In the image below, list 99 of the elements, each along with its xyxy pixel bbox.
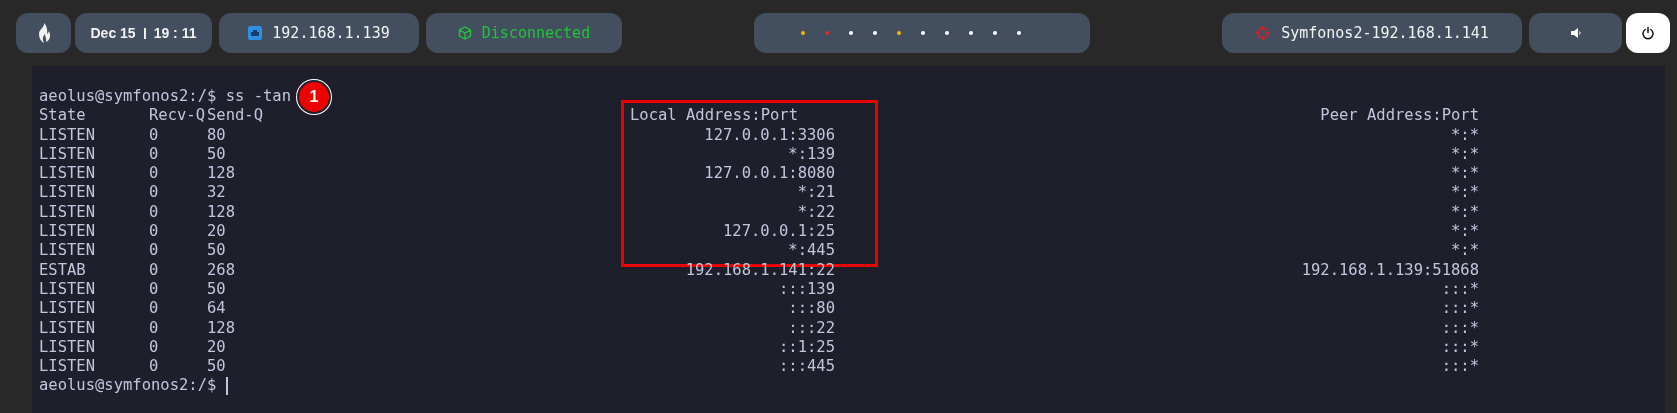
- state-text: LISTEN: [39, 202, 96, 223]
- send-q-text: 50: [207, 279, 227, 300]
- recv-q-text: 0: [149, 183, 160, 203]
- workspace-dot[interactable]: [993, 31, 997, 35]
- peer-address: :::*: [1441, 357, 1479, 377]
- date-text: Dec 15: [90, 25, 136, 41]
- peer-address: *:*: [1451, 202, 1479, 223]
- workspace-dot[interactable]: [969, 31, 973, 35]
- send-q-text: 20: [207, 222, 227, 242]
- send-q-text: 128: [207, 164, 236, 184]
- peer-address: *:*: [1451, 222, 1479, 242]
- local-address: *:21: [797, 183, 835, 203]
- workspace-dot[interactable]: [825, 31, 829, 35]
- peer-address: :::*: [1441, 337, 1479, 358]
- state-text: ESTAB: [39, 260, 87, 280]
- workspace-dot[interactable]: [897, 31, 901, 35]
- send-q-text: 32: [207, 183, 227, 203]
- target-widget[interactable]: Symfonos2-192.168.1.141: [1222, 13, 1522, 53]
- clock-widget[interactable]: Dec 15 19 : 11: [75, 13, 212, 53]
- recv-q-text: 0: [149, 144, 160, 165]
- workspace-dot[interactable]: [801, 31, 805, 35]
- command-line: aeolus@symfonos2:/$ ss -tan: [39, 87, 291, 107]
- recv-q-text: 0: [149, 164, 160, 184]
- workspace-dot[interactable]: [1017, 31, 1021, 35]
- recv-q-text: 0: [149, 202, 160, 223]
- state-text: LISTEN: [39, 299, 96, 319]
- vpn-status: Disconnected: [481, 24, 591, 42]
- send-q-text: 50: [207, 144, 227, 165]
- local-address: :::445: [779, 357, 835, 377]
- state-text: LISTEN: [39, 164, 96, 184]
- recv-q-text: 0: [149, 337, 160, 358]
- recv-q-text: 0: [149, 260, 160, 280]
- peer-address: :::*: [1441, 299, 1479, 319]
- state-text: LISTEN: [39, 144, 96, 165]
- recv-q-text: 0: [149, 241, 160, 261]
- recv-q-text: 0: [149, 299, 160, 319]
- recv-q-text: 0: [149, 125, 160, 145]
- state-text: LISTEN: [39, 222, 96, 242]
- local-address: :::22: [788, 318, 835, 338]
- column-header: Send-Q: [207, 106, 264, 126]
- send-q-text: 268: [207, 260, 236, 280]
- local-address: *:445: [788, 241, 835, 261]
- speaker-icon: [1569, 27, 1582, 39]
- state-text: LISTEN: [39, 357, 96, 377]
- peer-address: *:*: [1451, 164, 1479, 184]
- step-badge: 1: [298, 81, 329, 112]
- peer-address: :::*: [1441, 318, 1479, 338]
- crosshair-icon: [1255, 25, 1272, 41]
- prompt-text: aeolus@symfonos2:/$: [39, 376, 217, 396]
- peer-address: 192.168.1.139:51868: [1301, 260, 1479, 280]
- local-address: 127.0.0.1:25: [723, 222, 835, 242]
- workspace-dot[interactable]: [921, 31, 925, 35]
- time-text: 19 : 11: [153, 25, 197, 41]
- workspace-dot[interactable]: [945, 31, 949, 35]
- send-q-text: 64: [207, 299, 227, 319]
- peer-address: *:*: [1451, 183, 1479, 203]
- send-q-text: 80: [207, 125, 227, 145]
- state-text: LISTEN: [39, 183, 96, 203]
- ip-address: 192.168.1.139: [272, 24, 390, 42]
- state-text: LISTEN: [39, 241, 96, 261]
- column-header: Recv-Q: [149, 106, 206, 126]
- workspace-dot[interactable]: [849, 31, 853, 35]
- send-q-text: 128: [207, 318, 236, 338]
- local-address: :::139: [779, 279, 835, 300]
- workspace-dot[interactable]: [873, 31, 877, 35]
- local-address: *:139: [788, 144, 835, 165]
- peer-address: *:*: [1451, 144, 1479, 165]
- recv-q-text: 0: [149, 279, 160, 300]
- local-address: :::80: [788, 299, 835, 319]
- text-cursor: [226, 377, 229, 396]
- column-header: State: [39, 106, 87, 126]
- recv-q-text: 0: [149, 222, 160, 242]
- local-address: 127.0.0.1:8080: [704, 164, 835, 184]
- recv-q-text: 0: [149, 357, 160, 377]
- network-icon: [248, 26, 263, 40]
- peer-address: :::*: [1441, 279, 1479, 300]
- ip-widget[interactable]: 192.168.1.139: [219, 13, 419, 53]
- vpn-widget[interactable]: Disconnected: [426, 13, 622, 53]
- local-address: 127.0.0.1:3306: [704, 125, 835, 145]
- local-address: *:22: [797, 202, 835, 223]
- power-icon: [1641, 26, 1655, 40]
- send-q-text: 50: [207, 357, 227, 377]
- column-header: Local Address:Port: [630, 106, 798, 126]
- state-text: LISTEN: [39, 318, 96, 338]
- cube-icon: [457, 26, 472, 40]
- send-q-text: 50: [207, 241, 227, 261]
- state-text: LISTEN: [39, 279, 96, 300]
- peer-address: *:*: [1451, 241, 1479, 261]
- send-q-text: 128: [207, 202, 236, 223]
- recv-q-text: 0: [149, 318, 160, 338]
- state-text: LISTEN: [39, 125, 96, 145]
- local-address: ::1:25: [779, 337, 835, 358]
- state-text: LISTEN: [39, 337, 96, 358]
- logo-button[interactable]: [16, 13, 71, 53]
- send-q-text: 20: [207, 337, 227, 358]
- power-button[interactable]: [1626, 13, 1670, 53]
- peer-address: *:*: [1451, 125, 1479, 145]
- column-header: Peer Address:Port: [1320, 106, 1479, 126]
- target-text: Symfonos2-192.168.1.141: [1281, 24, 1489, 42]
